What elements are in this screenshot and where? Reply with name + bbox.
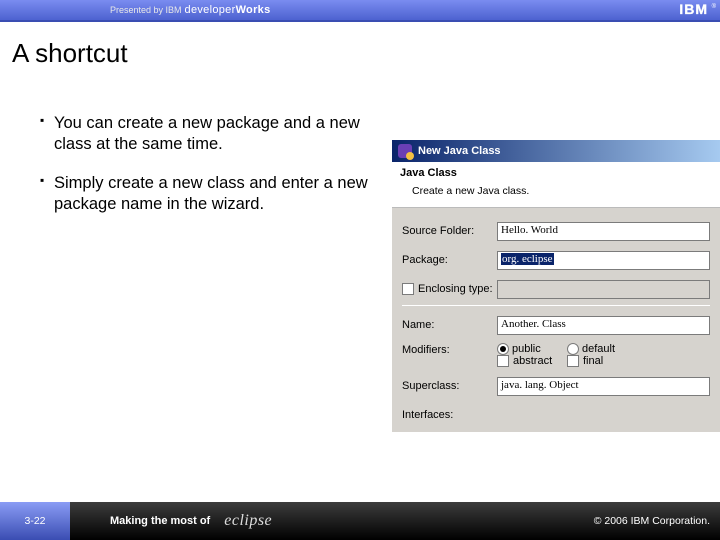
- footer-bar: 3-22 Making the most of eclipse © 2006 I…: [0, 502, 720, 540]
- interfaces-label: Interfaces:: [402, 409, 497, 421]
- eclipse-logo: eclipse: [216, 512, 272, 530]
- registered-mark: ®: [712, 4, 716, 10]
- modifier-abstract[interactable]: abstract: [497, 355, 557, 367]
- wizard-banner: Java Class Create a new Java class.: [392, 162, 720, 208]
- wizard-titlebar: New Java Class: [392, 140, 720, 162]
- enclosing-type-label: Enclosing type:: [418, 283, 493, 295]
- java-class-icon: [398, 144, 412, 158]
- source-folder-input[interactable]: Hello. World: [497, 222, 710, 241]
- header-bar: Presented by IBM developerWorks IBM ®: [0, 0, 720, 22]
- bullet-item: You can create a new package and a new c…: [40, 113, 370, 155]
- wizard-title: New Java Class: [418, 145, 501, 157]
- package-label: Package:: [402, 254, 497, 266]
- enclosing-type-checkbox[interactable]: [402, 283, 414, 295]
- modifiers-group: public default abstract final: [497, 341, 710, 367]
- footer-tagline: Making the most of eclipse: [110, 512, 272, 530]
- modifier-public[interactable]: public: [497, 343, 557, 355]
- package-row: Package: org. eclipse: [402, 247, 710, 273]
- copyright: © 2006 IBM Corporation.: [594, 515, 710, 527]
- radio-icon: [567, 343, 579, 355]
- separator: [402, 305, 710, 306]
- name-row: Name: Another. Class: [402, 312, 710, 338]
- wizard-body: Source Folder: Hello. World Package: org…: [392, 208, 720, 428]
- modifiers-row: Modifiers: public default abstract final: [402, 341, 710, 367]
- checkbox-icon: [567, 355, 579, 367]
- wizard-banner-title: Java Class: [400, 167, 712, 179]
- modifiers-label: Modifiers:: [402, 341, 497, 356]
- slide-title: A shortcut: [0, 22, 720, 79]
- interfaces-row: Interfaces:: [402, 402, 710, 428]
- bullet-item: Simply create a new class and enter a ne…: [40, 173, 370, 215]
- bullet-list: You can create a new package and a new c…: [40, 79, 370, 233]
- package-selection: org. eclipse: [501, 253, 554, 265]
- modifier-final[interactable]: final: [567, 355, 627, 367]
- superclass-label: Superclass:: [402, 380, 497, 392]
- name-input[interactable]: Another. Class: [497, 316, 710, 335]
- superclass-row: Superclass: java. lang. Object: [402, 373, 710, 399]
- name-label: Name:: [402, 319, 497, 331]
- superclass-input[interactable]: java. lang. Object: [497, 377, 710, 396]
- page-number: 3-22: [0, 502, 70, 540]
- source-folder-row: Source Folder: Hello. World: [402, 218, 710, 244]
- wizard-banner-subtitle: Create a new Java class.: [400, 179, 712, 199]
- developerworks-brand: developerWorks: [185, 4, 271, 16]
- presented-by-label: Presented by IBM: [110, 5, 182, 15]
- radio-icon: [497, 343, 509, 355]
- enclosing-type-input[interactable]: [497, 280, 710, 299]
- enclosing-type-row: Enclosing type:: [402, 276, 710, 302]
- wizard-dialog: New Java Class Java Class Create a new J…: [392, 140, 720, 432]
- ibm-logo: IBM: [679, 1, 708, 17]
- package-input[interactable]: org. eclipse: [497, 251, 710, 270]
- checkbox-icon: [497, 355, 509, 367]
- modifier-default[interactable]: default: [567, 343, 627, 355]
- source-folder-label: Source Folder:: [402, 225, 497, 237]
